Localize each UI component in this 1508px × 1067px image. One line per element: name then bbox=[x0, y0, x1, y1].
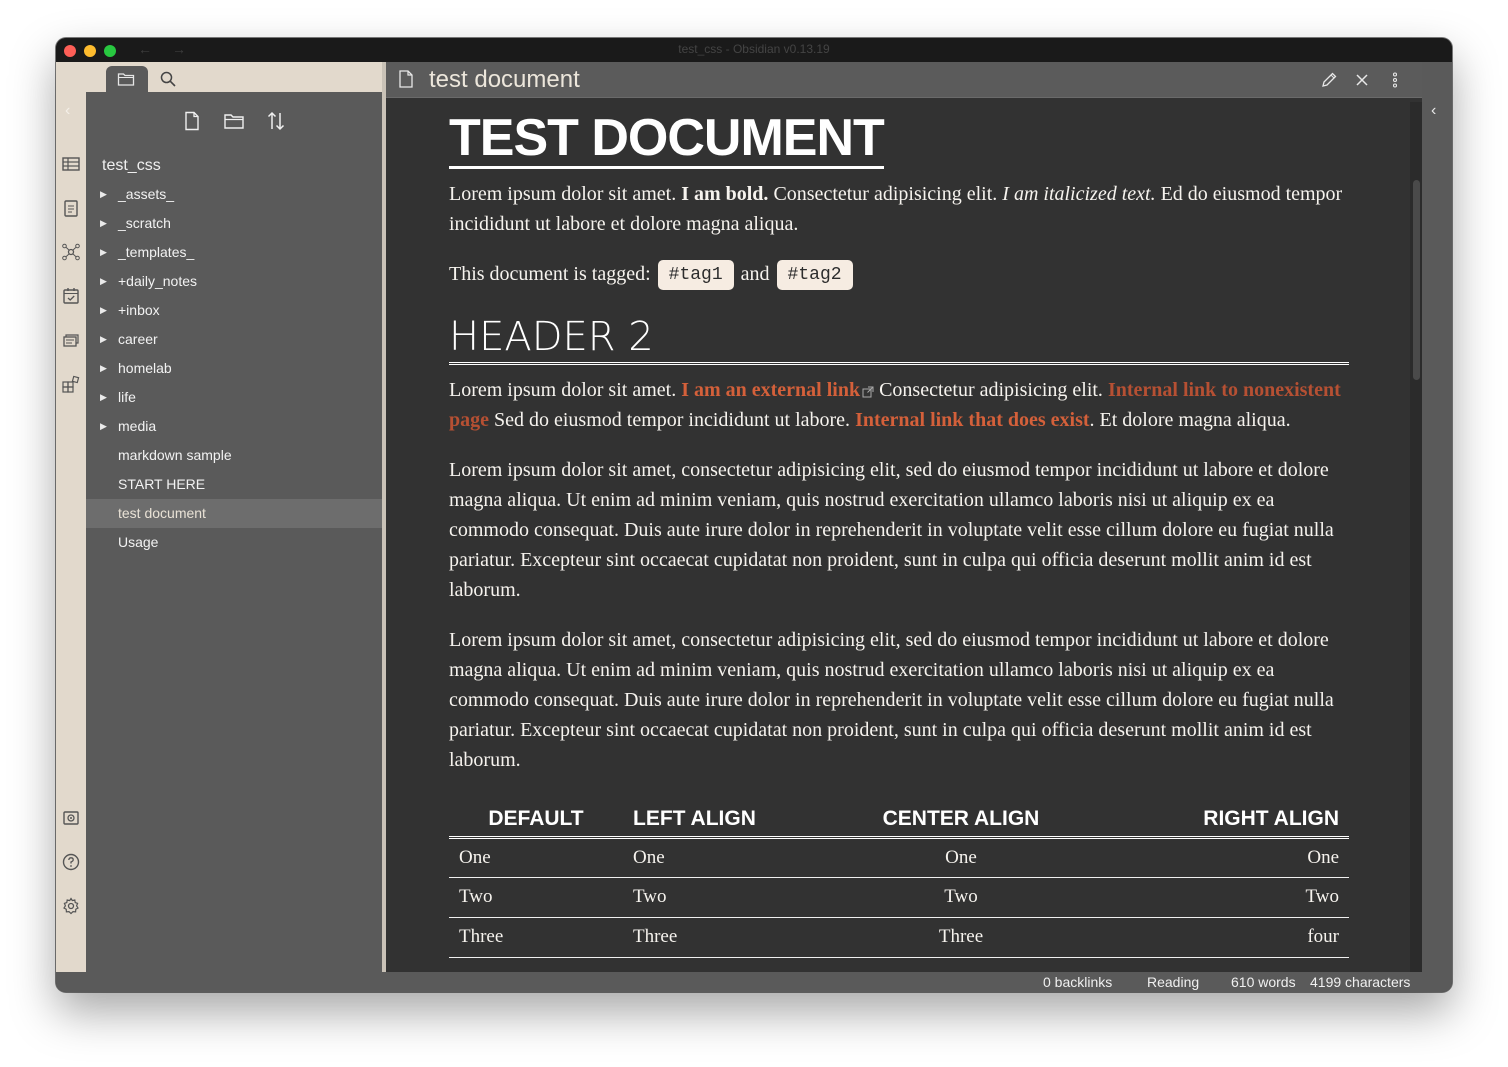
collapsed-arrow-icon: ▶ bbox=[100, 305, 107, 315]
file-tree: ▶ _assets_ ▶ _scratch ▶ _templates_ ▶ +daily… bbox=[86, 180, 382, 557]
file-item-markdown-sample[interactable]: markdown sample bbox=[86, 441, 382, 470]
title-bar: ← → test_css - Obsidian v0.13.19 bbox=[56, 38, 1452, 62]
folder-item-scratch[interactable]: ▶ _scratch bbox=[86, 209, 382, 238]
table-cell: Three bbox=[823, 917, 1099, 958]
table-cell: One bbox=[1099, 837, 1349, 878]
sort-icon[interactable] bbox=[265, 110, 287, 132]
daily-note-icon[interactable] bbox=[61, 198, 81, 218]
collapsed-arrow-icon: ▶ bbox=[100, 363, 107, 373]
folder-item-life[interactable]: ▶ life bbox=[86, 383, 382, 412]
table-cell: Two bbox=[623, 877, 823, 918]
left-ribbon: ‹ bbox=[56, 62, 86, 972]
graph-view-icon[interactable] bbox=[61, 242, 81, 262]
paragraph-2: Lorem ipsum dolor sit amet. I am an exte… bbox=[449, 379, 1341, 432]
table-header: LEFT ALIGN bbox=[623, 801, 823, 839]
tag-pill[interactable]: #tag1 bbox=[657, 260, 734, 291]
tab-file-explorer[interactable] bbox=[106, 66, 148, 92]
calendar-check-icon[interactable] bbox=[61, 286, 81, 306]
table-row: Two Two Two Two bbox=[449, 877, 1349, 918]
folder-icon bbox=[117, 73, 135, 86]
table-cell: Two bbox=[449, 877, 623, 918]
file-explorer-sidebar: test_css ▶ _assets_ ▶ _scratch ▶ _templates… bbox=[86, 62, 382, 972]
table-header: DEFAULT bbox=[449, 801, 623, 839]
open-vault-icon[interactable] bbox=[61, 808, 81, 828]
collapsed-arrow-icon: ▶ bbox=[100, 334, 107, 344]
table-row: One One One One bbox=[449, 837, 1349, 878]
close-pane-icon[interactable] bbox=[1353, 71, 1371, 89]
editor-pane: test document ▼ TEST DOCUMENT Lorem ipsu… bbox=[386, 62, 1422, 972]
obsidian-window: ← → test_css - Obsidian v0.13.19 ‹ test_… bbox=[56, 38, 1452, 992]
paragraph-4: Lorem ipsum dolor sit amet, consectetur … bbox=[449, 629, 1334, 772]
heading-2: HEADER 2 bbox=[449, 314, 1349, 366]
paragraph-3: Lorem ipsum dolor sit amet, consectetur … bbox=[449, 459, 1334, 602]
collapsed-arrow-icon: ▶ bbox=[100, 421, 107, 431]
collapsed-arrow-icon: ▶ bbox=[100, 218, 107, 228]
status-bar: 0 backlinks Reading 610 words 4199 chara… bbox=[56, 972, 1452, 992]
scrollbar-track[interactable] bbox=[1410, 102, 1422, 972]
internal-link[interactable]: Internal link that does exist bbox=[855, 409, 1089, 431]
vault-name[interactable]: test_css bbox=[102, 157, 161, 175]
table-cell: Three bbox=[449, 917, 623, 958]
view-header: test document bbox=[386, 62, 1422, 98]
view-mode[interactable]: Reading bbox=[1147, 974, 1199, 990]
table-header: CENTER ALIGN bbox=[823, 801, 1099, 839]
backlinks-count[interactable]: 0 backlinks bbox=[1043, 974, 1112, 990]
table-header-row: DEFAULT LEFT ALIGN CENTER ALIGN RIGHT AL… bbox=[449, 801, 1349, 839]
table-cell: One bbox=[449, 837, 623, 878]
file-explorer-actions bbox=[86, 110, 382, 134]
search-icon bbox=[160, 71, 176, 87]
folder-item-templates[interactable]: ▶ _templates_ bbox=[86, 238, 382, 267]
heading-1: TEST DOCUMENT bbox=[449, 109, 885, 169]
edit-pencil-icon[interactable] bbox=[1320, 71, 1338, 89]
sidebar-tab-bar bbox=[86, 62, 382, 92]
file-item-usage[interactable]: Usage bbox=[86, 528, 382, 557]
table-cell: Two bbox=[1099, 877, 1349, 918]
table-cell: Three bbox=[623, 917, 823, 958]
folder-item-media[interactable]: ▶ media bbox=[86, 412, 382, 441]
tags-paragraph: This document is tagged: #tag1 and #tag2 bbox=[449, 259, 1349, 291]
expand-right-sidebar-icon[interactable]: ‹ bbox=[1431, 102, 1436, 120]
tab-search[interactable] bbox=[148, 66, 190, 92]
collapsed-arrow-icon: ▶ bbox=[100, 247, 107, 257]
window-title: test_css - Obsidian v0.13.19 bbox=[678, 42, 830, 56]
table-header: RIGHT ALIGN bbox=[1099, 801, 1349, 839]
paragraph-1: Lorem ipsum dolor sit amet. I am bold. C… bbox=[449, 183, 1343, 235]
plugins-grid-icon[interactable] bbox=[61, 374, 81, 394]
folder-item-inbox[interactable]: ▶ +inbox bbox=[86, 296, 382, 325]
table-row: Three Three Three four bbox=[449, 917, 1349, 958]
settings-gear-icon[interactable] bbox=[61, 896, 81, 916]
more-options-icon[interactable] bbox=[1386, 71, 1404, 89]
folder-item-daily-notes[interactable]: ▶ +daily_notes bbox=[86, 267, 382, 296]
document-icon bbox=[399, 70, 413, 88]
file-item-test-document[interactable]: test document bbox=[86, 499, 382, 528]
collapsed-arrow-icon: ▶ bbox=[100, 392, 107, 402]
external-link-icon bbox=[862, 386, 874, 398]
slides-icon[interactable] bbox=[61, 330, 81, 350]
tag-pill[interactable]: #tag2 bbox=[776, 260, 853, 291]
table-cell: Two bbox=[823, 877, 1099, 918]
external-link[interactable]: I am an external link bbox=[681, 379, 860, 401]
collapse-left-icon[interactable]: ‹ bbox=[65, 102, 70, 120]
folder-item-career[interactable]: ▶ career bbox=[86, 325, 382, 354]
view-title[interactable]: test document bbox=[429, 66, 580, 94]
folder-item-homelab[interactable]: ▶ homelab bbox=[86, 354, 382, 383]
right-ribbon: ‹ bbox=[1422, 62, 1452, 972]
markdown-table: DEFAULT LEFT ALIGN CENTER ALIGN RIGHT AL… bbox=[449, 801, 1349, 958]
reading-view-content: ▼ TEST DOCUMENT Lorem ipsum dolor sit am… bbox=[449, 98, 1349, 972]
table-cell: four bbox=[1099, 917, 1349, 958]
new-folder-icon[interactable] bbox=[223, 110, 245, 132]
table-cell: One bbox=[823, 837, 1099, 878]
word-count: 610 words bbox=[1231, 974, 1296, 990]
file-item-start-here[interactable]: START HERE bbox=[86, 470, 382, 499]
scrollbar-thumb[interactable] bbox=[1413, 180, 1420, 380]
help-icon[interactable] bbox=[61, 852, 81, 872]
folder-item-assets[interactable]: ▶ _assets_ bbox=[86, 180, 382, 209]
table-icon[interactable] bbox=[61, 154, 81, 174]
character-count: 4199 characters bbox=[1310, 974, 1411, 990]
collapsed-arrow-icon: ▶ bbox=[100, 189, 107, 199]
table-cell: One bbox=[623, 837, 823, 878]
new-note-icon[interactable] bbox=[181, 110, 203, 132]
collapsed-arrow-icon: ▶ bbox=[100, 276, 107, 286]
